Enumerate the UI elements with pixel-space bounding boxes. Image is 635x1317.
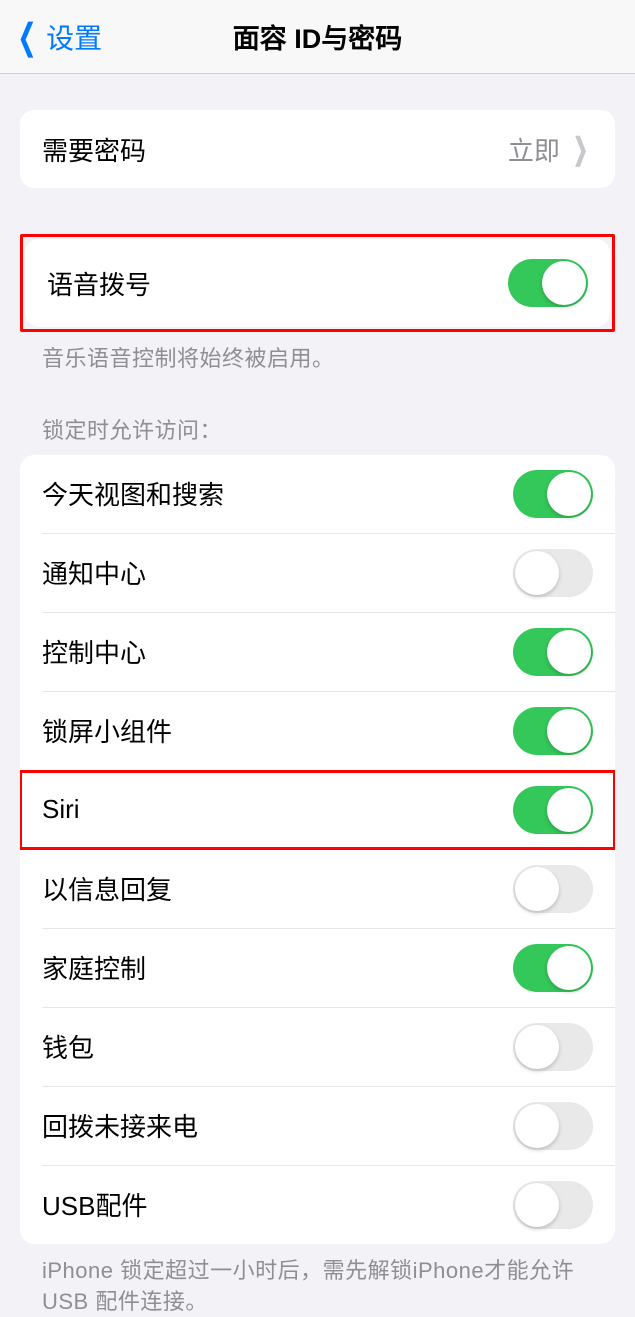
notification-center-toggle[interactable] bbox=[513, 549, 593, 597]
lock-widget-row: 锁屏小组件 bbox=[20, 692, 615, 770]
reply-message-label: 以信息回复 bbox=[42, 870, 172, 907]
usb-accessories-row: USB配件 bbox=[20, 1166, 615, 1244]
voice-dial-row: 语音拨号 bbox=[25, 239, 610, 327]
voice-dial-label: 语音拨号 bbox=[47, 265, 151, 302]
control-center-toggle[interactable] bbox=[513, 628, 593, 676]
today-view-toggle[interactable] bbox=[513, 470, 593, 518]
usb-accessories-toggle[interactable] bbox=[513, 1181, 593, 1229]
return-call-row: 回拨未接来电 bbox=[20, 1087, 615, 1165]
lock-access-footer: iPhone 锁定超过一小时后，需先解锁iPhone才能允许USB 配件连接。 bbox=[20, 1244, 615, 1317]
voice-dial-footer: 音乐语音控制将始终被启用。 bbox=[20, 332, 615, 375]
reply-message-toggle[interactable] bbox=[513, 865, 593, 913]
wallet-row: 钱包 bbox=[20, 1008, 615, 1086]
back-button[interactable]: ❮ 设置 bbox=[12, 17, 102, 57]
voice-dial-group: 语音拨号 bbox=[25, 239, 610, 327]
page-title: 面容 ID与密码 bbox=[233, 17, 403, 56]
lock-widget-label: 锁屏小组件 bbox=[42, 712, 172, 749]
return-call-label: 回拨未接来电 bbox=[42, 1107, 198, 1144]
control-center-label: 控制中心 bbox=[42, 633, 146, 670]
return-call-toggle[interactable] bbox=[513, 1102, 593, 1150]
back-label: 设置 bbox=[46, 17, 102, 57]
chevron-right-icon: ❯ bbox=[573, 132, 588, 167]
lock-access-header: 锁定时允许访问： bbox=[20, 375, 615, 455]
home-control-label: 家庭控制 bbox=[42, 949, 146, 986]
home-control-toggle[interactable] bbox=[513, 944, 593, 992]
notification-center-label: 通知中心 bbox=[42, 554, 146, 591]
usb-accessories-label: USB配件 bbox=[42, 1186, 147, 1223]
today-view-row: 今天视图和搜索 bbox=[20, 455, 615, 533]
siri-row: Siri bbox=[20, 771, 615, 849]
notification-center-row: 通知中心 bbox=[20, 534, 615, 612]
chevron-left-icon: ❮ bbox=[17, 19, 37, 55]
lock-widget-toggle[interactable] bbox=[513, 707, 593, 755]
require-passcode-value: 立即 bbox=[508, 131, 560, 168]
wallet-label: 钱包 bbox=[42, 1028, 94, 1065]
control-center-row: 控制中心 bbox=[20, 613, 615, 691]
require-passcode-label: 需要密码 bbox=[42, 131, 146, 168]
reply-message-row: 以信息回复 bbox=[20, 850, 615, 928]
siri-label: Siri bbox=[42, 794, 80, 825]
require-passcode-row[interactable]: 需要密码 立即 ❯ bbox=[20, 110, 615, 188]
today-view-label: 今天视图和搜索 bbox=[42, 475, 224, 512]
voice-dial-toggle[interactable] bbox=[508, 259, 588, 307]
nav-bar: ❮ 设置 面容 ID与密码 bbox=[0, 0, 635, 74]
voice-dial-highlight: 语音拨号 bbox=[20, 234, 615, 332]
require-passcode-group: 需要密码 立即 ❯ bbox=[20, 110, 615, 188]
lock-access-group: 今天视图和搜索 通知中心 控制中心 锁屏小组件 Siri 以信息回复 bbox=[20, 455, 615, 1244]
wallet-toggle[interactable] bbox=[513, 1023, 593, 1071]
siri-toggle[interactable] bbox=[513, 786, 593, 834]
home-control-row: 家庭控制 bbox=[20, 929, 615, 1007]
